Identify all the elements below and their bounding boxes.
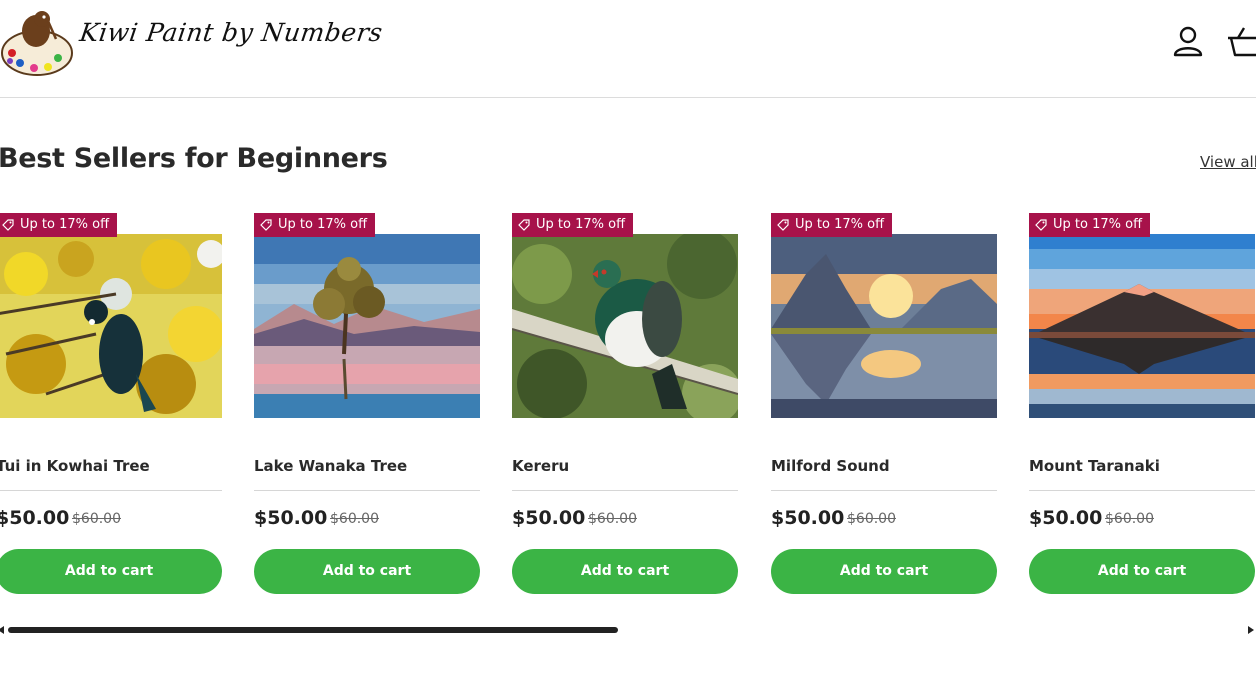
product-title[interactable]: Milford Sound [771,457,890,475]
tui-bird-painting [0,234,222,418]
product-image[interactable] [0,234,222,418]
add-to-cart-button[interactable]: Add to cart [512,549,738,594]
site-header: Kiwi Paint by Numbers [0,0,1256,98]
product-card[interactable]: Up to 17% off Lake Wanaka Tree $50.00 $6… [254,213,480,595]
badge-label: Up to 17% off [795,217,885,232]
compare-price: $60.00 [72,511,121,527]
product-card[interactable]: Up to 17% off Kereru $50.00 $60.00 Add t… [512,213,738,595]
discount-badge: Up to 17% off [254,213,376,237]
discount-badge: Up to 17% off [512,213,634,237]
product-title[interactable]: Kereru [512,457,569,475]
tag-icon [1035,219,1047,231]
divider [0,490,222,491]
sale-price: $50.00 [1029,507,1103,529]
add-to-cart-button[interactable]: Add to cart [1029,549,1255,594]
scrollbar-thumb[interactable] [8,627,618,633]
compare-price: $60.00 [1105,511,1154,527]
divider [771,490,997,491]
product-title[interactable]: Mount Taranaki [1029,457,1160,475]
add-to-cart-button[interactable]: Add to cart [254,549,480,594]
product-image[interactable] [1029,234,1255,418]
add-to-cart-button[interactable]: Add to cart [771,549,997,594]
discount-badge: Up to 17% off [771,213,893,237]
volcano-painting [1029,234,1255,418]
section-title: Best Sellers for Beginners [0,143,388,174]
product-card[interactable]: Up to 17% off Mount Taranaki $50.00 $60.… [1029,213,1255,595]
sale-price: $50.00 [0,507,70,529]
product-card[interactable]: Up to 17% off Milford Sound $50.00 $60.0… [771,213,997,595]
account-icon[interactable] [1170,24,1206,60]
lake-tree-painting [254,234,480,418]
compare-price: $60.00 [588,511,637,527]
product-image[interactable] [254,234,480,418]
discount-badge: Up to 17% off [1029,213,1151,237]
product-title[interactable]: Lake Wanaka Tree [254,457,407,475]
badge-label: Up to 17% off [1053,217,1143,232]
badge-label: Up to 17% off [278,217,368,232]
scroll-right-arrow[interactable] [1248,626,1254,634]
tag-icon [518,219,530,231]
product-title[interactable]: Tui in Kowhai Tree [0,457,150,475]
sale-price: $50.00 [771,507,845,529]
product-image[interactable] [512,234,738,418]
compare-price: $60.00 [330,511,379,527]
sale-price: $50.00 [512,507,586,529]
tag-icon [777,219,789,231]
compare-price: $60.00 [847,511,896,527]
divider [1029,490,1255,491]
sale-price: $50.00 [254,507,328,529]
product-card[interactable]: Up to 17% off Tui in Kowhai Tree $50.00 … [0,213,222,595]
divider [512,490,738,491]
badge-label: Up to 17% off [536,217,626,232]
brand-name[interactable]: Kiwi Paint by Numbers [78,18,385,47]
divider [254,490,480,491]
fjord-painting [771,234,997,418]
discount-badge: Up to 17% off [0,213,118,237]
basket-icon[interactable] [1226,24,1256,60]
tag-icon [260,219,272,231]
product-image[interactable] [771,234,997,418]
view-all-link[interactable]: View all [1200,153,1256,171]
tag-icon [2,219,14,231]
add-to-cart-button[interactable]: Add to cart [0,549,222,594]
kiwi-palette-logo[interactable] [0,3,74,77]
scroll-left-arrow[interactable] [0,626,4,634]
badge-label: Up to 17% off [20,217,110,232]
pigeon-painting [512,234,738,418]
